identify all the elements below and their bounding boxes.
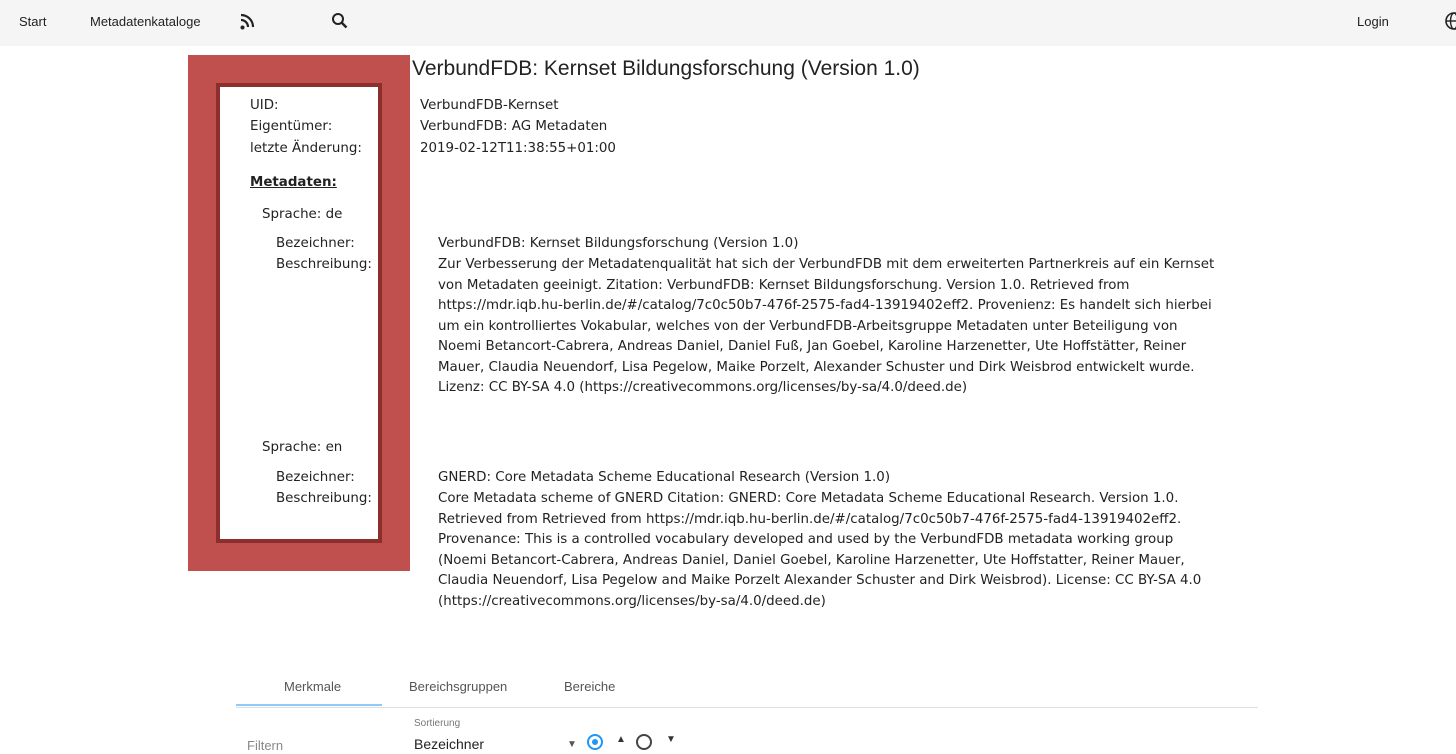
uid-label-overlay: UID: — [250, 98, 279, 113]
description-label-de: Beschreibung: — [276, 257, 372, 272]
arrow-up-icon: ▲ — [616, 734, 626, 745]
uid-value: VerbundFDB-Kernset — [420, 98, 559, 113]
name-value-de: VerbundFDB: Kernset Bildungsforschung (V… — [438, 236, 799, 251]
name-label-en: Bezeichner: — [276, 470, 355, 485]
sort-descending-radio[interactable] — [636, 734, 652, 750]
nav-start-link[interactable]: Start — [19, 14, 46, 29]
page-title: VerbundFDB: Kernset Bildungsforschung (V… — [412, 57, 920, 80]
sort-caption: Sortierung — [414, 718, 461, 729]
arrow-down-icon: ▼ — [666, 734, 676, 745]
language-en-label: Sprache: en — [262, 440, 343, 455]
description-value-de: Zur Verbesserung der Metadatenqualität h… — [438, 257, 1215, 395]
owner-value: VerbundFDB: AG Metadaten — [420, 119, 608, 134]
owner-label-overlay: Eigentümer: — [250, 119, 333, 134]
globe-icon[interactable] — [1444, 11, 1456, 38]
sort-select[interactable]: Bezeichner — [414, 736, 484, 752]
name-value-en: GNERD: Core Metadata Scheme Educational … — [438, 470, 891, 485]
login-link[interactable]: Login — [1357, 14, 1389, 29]
language-de-label: Sprache: de — [262, 207, 343, 222]
description-label-en: Beschreibung: — [276, 491, 372, 506]
sort-ascending-radio[interactable] — [587, 734, 603, 750]
last-changed-value: 2019-02-12T11:38:55+01:00 — [420, 141, 616, 156]
filter-input[interactable]: Filtern — [247, 738, 283, 753]
tab-merkmale[interactable]: Merkmale — [284, 679, 341, 694]
rss-icon[interactable] — [240, 11, 255, 36]
tab-bereiche[interactable]: Bereiche — [564, 679, 615, 694]
tab-divider — [236, 707, 1258, 708]
chevron-down-icon[interactable]: ▼ — [567, 739, 577, 750]
search-icon[interactable] — [331, 11, 349, 36]
metadata-heading: Metadaten: — [250, 175, 337, 190]
last-changed-label-overlay: letzte Änderung: — [250, 141, 362, 156]
tab-bereichsgruppen[interactable]: Bereichsgruppen — [409, 679, 507, 694]
nav-catalogs-link[interactable]: Metadatenkataloge — [90, 14, 201, 29]
top-toolbar: Start Metadatenkataloge Login — [0, 0, 1456, 46]
active-tab-indicator — [236, 704, 382, 706]
description-value-en: Core Metadata scheme of GNERD Citation: … — [438, 491, 1202, 609]
name-label-de: Bezeichner: — [276, 236, 355, 251]
